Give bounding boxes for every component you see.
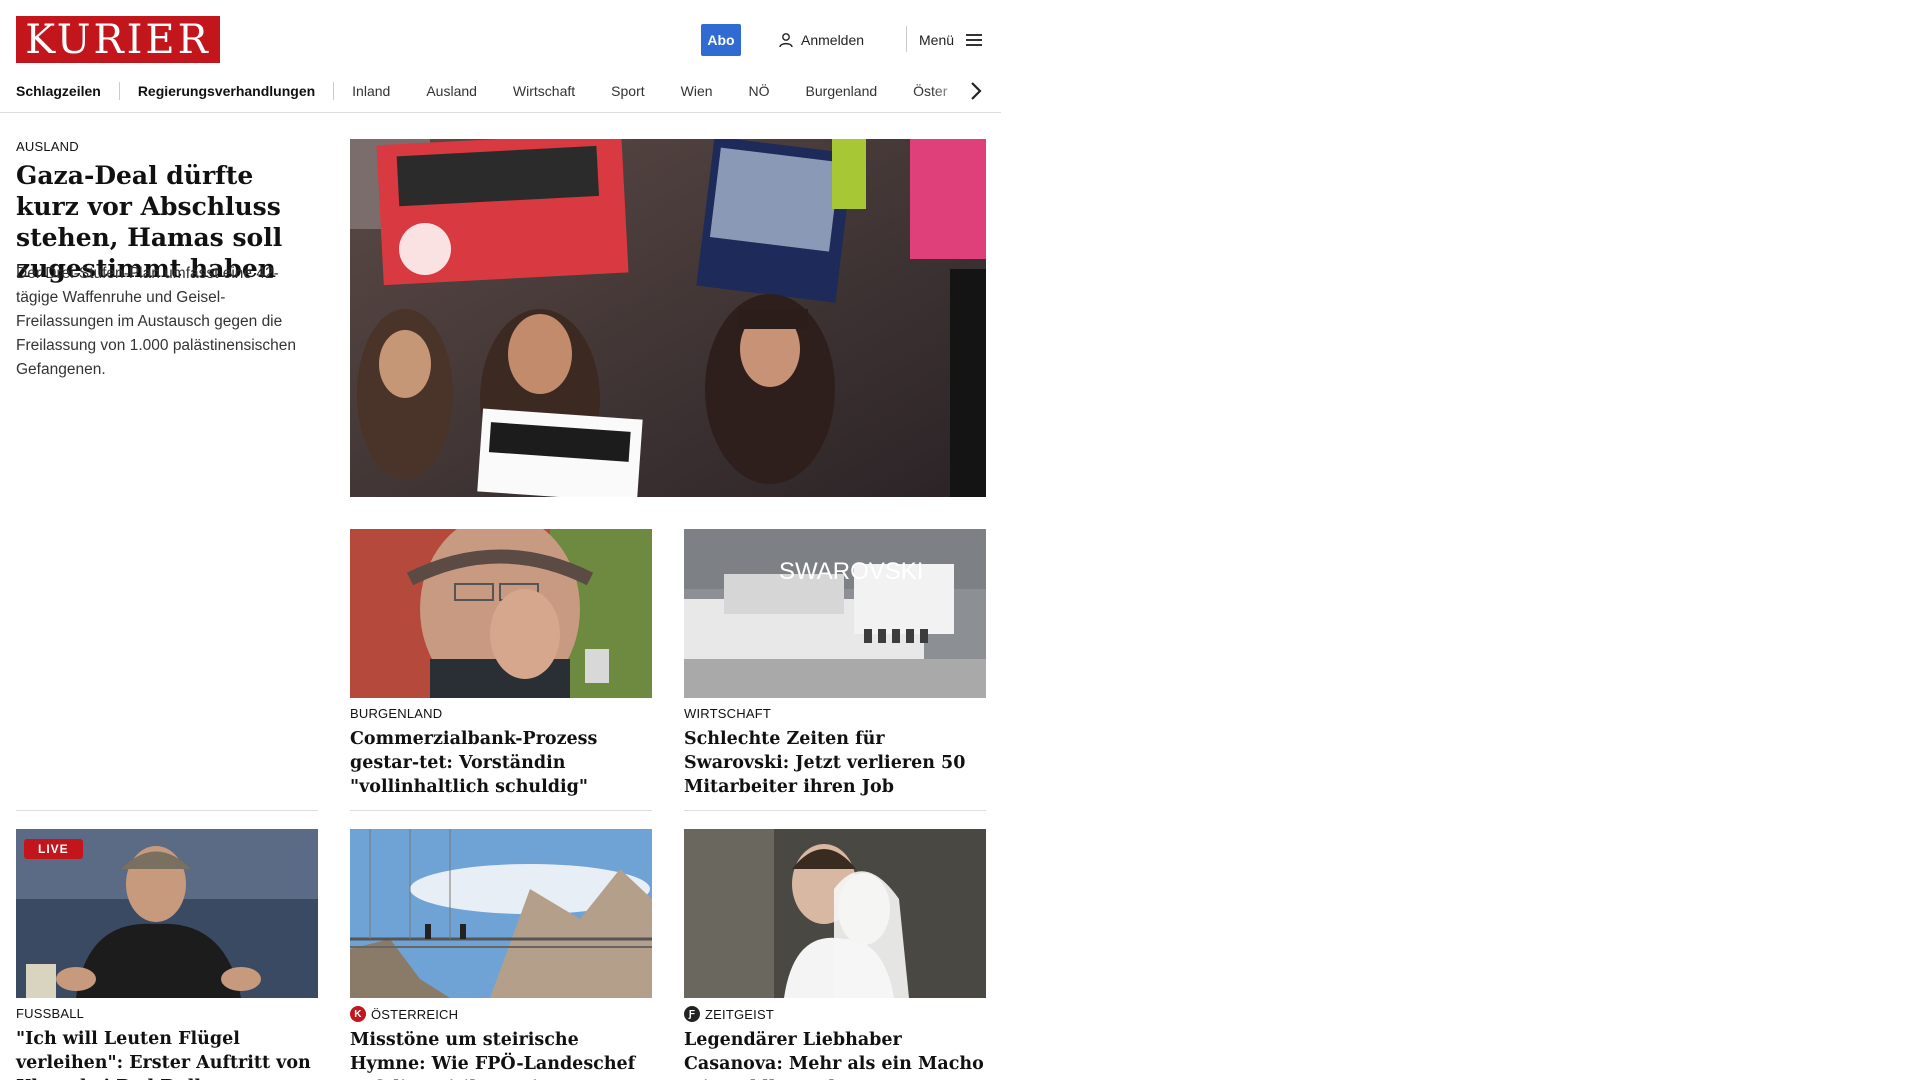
article-card[interactable]: BURGENLAND Commerzialbank-Prozess gestar… [350,529,652,799]
bridge-mountain-photo [350,829,652,998]
article-kicker[interactable]: FUSSBALL [16,1006,318,1021]
nav-item-wien[interactable]: Wien [663,83,731,99]
header-divider [906,26,907,52]
article-kicker[interactable]: WIRTSCHAFT [684,706,986,721]
article-card[interactable]: SWAROVSKI WIRTSCHAFT Schlechte Zeiten fü… [684,529,986,799]
lead-image[interactable] [350,139,986,497]
page: KURIER Abo Anmelden Menü Schlagzeilen Re… [0,0,1920,1080]
article-image[interactable] [350,529,652,698]
article-card[interactable]: ƒ ZEITGEIST Legendärer Liebhaber Casanov… [684,829,986,1080]
article-kicker[interactable]: ƒ ZEITGEIST [684,1006,986,1022]
article-headline[interactable]: "Ich will Leuten Flügel verleihen": Erst… [16,1027,318,1080]
nav-item-burgenland[interactable]: Burgenland [788,83,896,99]
article-card[interactable]: LIVE FUSSBALL "Ich will Leuten Flügel ve… [16,829,318,1080]
article-image[interactable] [684,829,986,998]
chevron-right-icon[interactable] [969,80,983,102]
nav-item-noe[interactable]: NÖ [731,83,788,99]
nav-item-schlagzeilen[interactable]: Schlagzeilen [16,83,119,99]
article-headline[interactable]: Schlechte Zeiten für Swarovski: Jetzt ve… [684,727,986,799]
casanova-photo [684,829,986,998]
man-portrait-photo [350,529,652,698]
article-image[interactable]: SWAROVSKI [684,529,986,698]
card-divider [684,810,986,811]
menu-label: Menü [919,32,955,48]
live-badge: LIVE [24,839,83,859]
article-kicker[interactable]: BURGENLAND [350,706,652,721]
menu-button[interactable]: Menü [919,24,983,56]
article-image[interactable] [350,829,652,998]
article-kicker-label: ZEITGEIST [705,1006,774,1022]
login-label: Anmelden [801,32,865,48]
nav-item-ausland[interactable]: Ausland [408,83,495,99]
article-card[interactable]: K ÖSTERREICH Misstöne um steirische Hymn… [350,829,652,1080]
abo-button[interactable]: Abo [701,24,741,56]
login-button[interactable]: Anmelden [778,24,864,56]
article-headline[interactable]: Commerzialbank-Prozess gestar-tet: Vorst… [350,727,652,799]
protest-photo [350,139,986,497]
article-kicker-label: ÖSTERREICH [371,1006,459,1022]
lead-teaser: Der Drei-Stufen-Plan umfasst eine 42-täg… [16,265,297,378]
kurier-logo[interactable]: KURIER [16,16,220,63]
swarovski-sign: SWAROVSKI [779,558,923,585]
zeitgeist-icon: ƒ [684,1006,700,1022]
nav-item-regierungsverhandlungen[interactable]: Regierungsverhandlungen [120,83,333,99]
card-divider [350,810,652,811]
user-icon [779,33,793,48]
nav-item-inland[interactable]: Inland [334,83,408,99]
lead-kicker[interactable]: AUSLAND [16,139,79,154]
swarovski-building-photo: SWAROVSKI [684,529,986,698]
card-divider [16,810,318,811]
article-kicker[interactable]: K ÖSTERREICH [350,1006,652,1022]
kurier-k-icon: K [350,1006,366,1022]
article-headline[interactable]: Misstöne um steirische Hymne: Wie FPÖ-La… [350,1028,652,1080]
site-header: KURIER Abo Anmelden Menü [0,0,1000,80]
nav-item-wirtschaft[interactable]: Wirtschaft [495,83,593,99]
article-headline[interactable]: Legendärer Liebhaber Casanova: Mehr als … [684,1028,986,1080]
hamburger-icon [966,34,983,46]
nav-item-sport[interactable]: Sport [593,83,662,99]
article-image[interactable]: LIVE [16,829,318,998]
section-nav: Schlagzeilen Regierungsverhandlungen Inl… [0,72,1001,113]
nav-fade [931,72,1001,110]
